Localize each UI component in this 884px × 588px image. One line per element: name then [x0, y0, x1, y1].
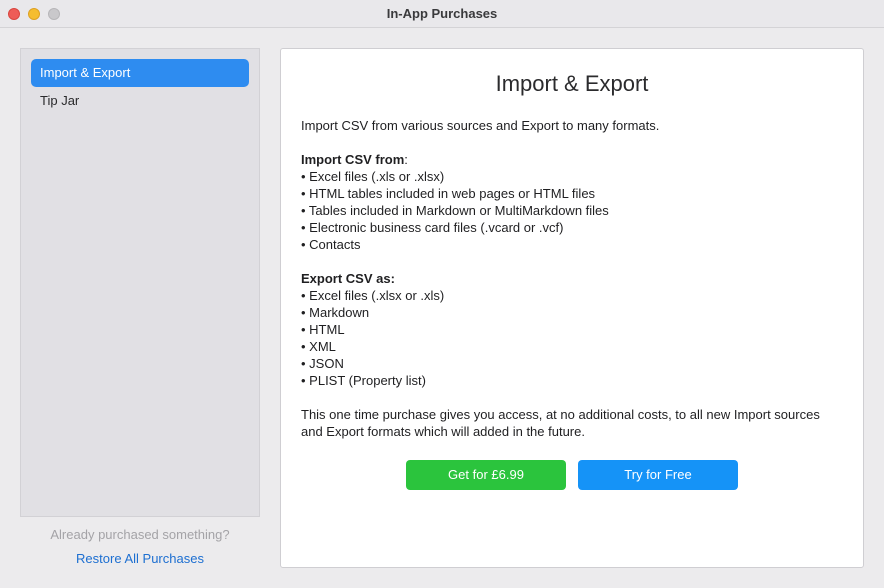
- intro-text: Import CSV from various sources and Expo…: [301, 118, 660, 133]
- list-item: • Contacts: [301, 237, 361, 252]
- list-item: • HTML tables included in web pages or H…: [301, 186, 596, 201]
- already-purchased-label: Already purchased something?: [50, 527, 230, 542]
- import-heading: Import CSV from:: [301, 152, 408, 167]
- list-item: • Electronic business card files (.vcard…: [301, 220, 564, 235]
- try-for-free-button[interactable]: Try for Free: [578, 460, 738, 490]
- list-item: • Excel files (.xls or .xlsx): [301, 169, 445, 184]
- list-item: • JSON: [301, 356, 344, 371]
- product-description: Import CSV from various sources and Expo…: [301, 117, 841, 440]
- sidebar-item-import-export[interactable]: Import & Export: [31, 59, 249, 87]
- list-item: • HTML: [301, 322, 345, 337]
- window-title: In-App Purchases: [386, 6, 498, 21]
- list-item: • XML: [301, 339, 336, 354]
- list-item: • Tables included in Markdown or MultiMa…: [301, 203, 609, 218]
- restore-purchases-link[interactable]: Restore All Purchases: [20, 551, 260, 566]
- buy-button[interactable]: Get for £6.99: [406, 460, 566, 490]
- sidebar: Import & Export Tip Jar: [20, 48, 260, 517]
- list-item: • PLIST (Property list): [301, 373, 426, 388]
- export-heading: Export CSV as:: [301, 271, 395, 286]
- product-title: Import & Export: [495, 71, 649, 96]
- product-detail-panel: Import & Export Import CSV from various …: [280, 48, 864, 568]
- list-item: • Markdown: [301, 305, 370, 320]
- in-app-purchases-window: In-App Purchases Import & Export Tip Jar…: [0, 0, 884, 588]
- sidebar-item-tip-jar[interactable]: Tip Jar: [31, 87, 249, 115]
- title-bar: In-App Purchases: [0, 0, 884, 28]
- list-item: • Excel files (.xlsx or .xls): [301, 288, 445, 303]
- purchase-note: This one time purchase gives you access,…: [301, 407, 820, 439]
